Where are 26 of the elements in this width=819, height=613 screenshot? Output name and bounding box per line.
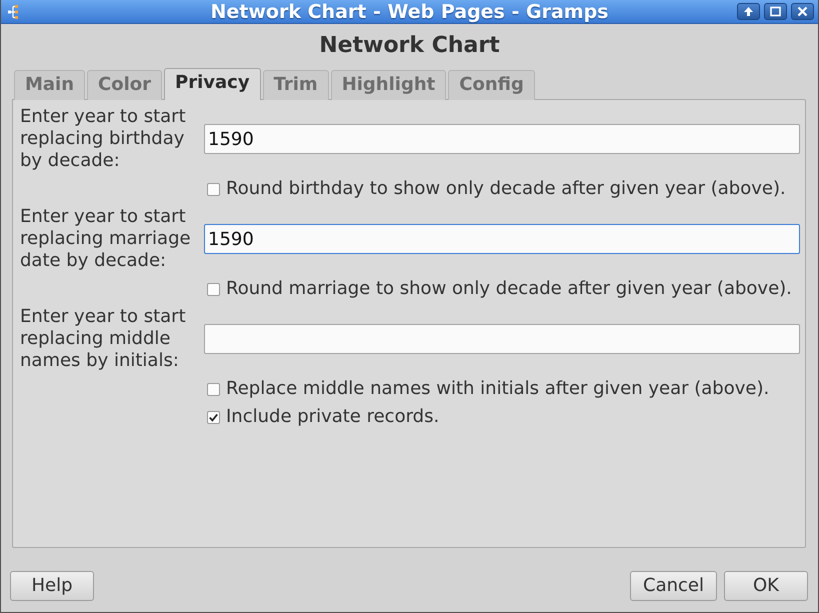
checkbox-label[interactable]: Round birthday to show only decade after given year (above). (226, 178, 786, 200)
checkbox[interactable] (207, 382, 220, 396)
dialog-button[interactable]: OK (724, 571, 808, 601)
checkbox[interactable] (207, 182, 220, 196)
maximize-button[interactable] (764, 3, 787, 20)
checkbox[interactable] (207, 282, 220, 296)
field-label: Enter year to start replacing middle names by initials: (20, 306, 187, 372)
year-field[interactable]: 1590 (204, 124, 800, 154)
keep-above-button[interactable] (737, 3, 760, 20)
field-label: Enter year to start replacing birthday by decade: (20, 106, 187, 172)
close-button[interactable] (791, 3, 814, 20)
window-title: Network Chart - Web Pages - Gramps (210, 0, 608, 22)
maximize-icon (770, 6, 781, 17)
checkbox[interactable] (207, 410, 220, 424)
field-label: Enter year to start replacing marriage date by decade: (20, 206, 192, 272)
dialog-heading: Network Chart (318, 32, 501, 60)
dialog-button[interactable]: Cancel (630, 571, 717, 601)
help-button[interactable]: Help (10, 571, 94, 601)
year-field[interactable]: 1590 (204, 224, 800, 254)
checkbox-label[interactable]: Include private records. (226, 406, 440, 428)
up-arrow-icon (743, 6, 754, 17)
checkbox-label[interactable]: Round marriage to show only decade after given year (above). (226, 278, 792, 300)
tab[interactable]: Privacy (164, 68, 261, 100)
close-icon (797, 6, 808, 17)
year-field[interactable] (204, 324, 800, 354)
checkbox-label[interactable]: Replace middle names with initials after given year (above). (226, 378, 770, 400)
